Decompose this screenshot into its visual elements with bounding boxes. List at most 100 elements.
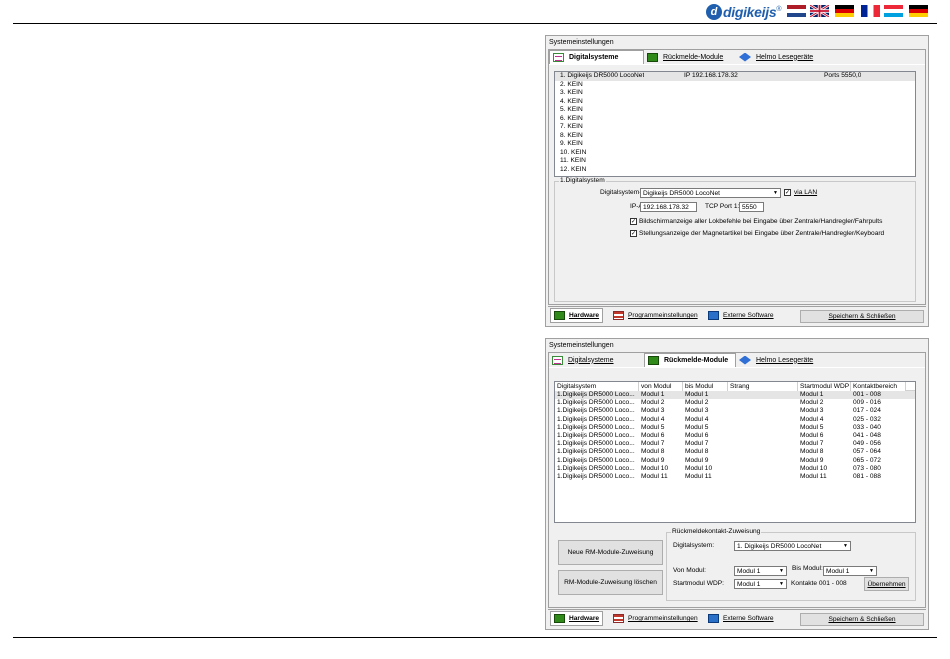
table-row[interactable]: 1.Digikeijs DR5000 Loco... Modul 2 Modul 2… [555, 399, 915, 407]
list-item[interactable]: 12. KEIN [555, 166, 915, 175]
list-item[interactable]: 11. KEIN [555, 157, 915, 166]
bottom-tab-externe-software[interactable]: Externe Software [705, 611, 777, 626]
new-rm-assignment-button[interactable]: Neue RM-Module-Zuweisung [558, 540, 663, 565]
tab-digitalsysteme[interactable]: Digitalsysteme [549, 353, 644, 367]
uk-flag[interactable] [809, 3, 830, 19]
table-cell: 1.Digikeijs DR5000 Loco... [557, 431, 635, 439]
list-item[interactable]: 8. KEIN [555, 132, 915, 141]
list-item[interactable]: 6. KEIN [555, 115, 915, 124]
system-name: 11. KEIN [560, 157, 586, 164]
tab-label: Rückmelde-Module [663, 53, 724, 61]
table-cell: Modul 1 [685, 391, 709, 398]
column-header[interactable]: von Modul [639, 382, 683, 391]
window-title: Systemeinstellungen [549, 39, 614, 46]
accessory-state-checkbox[interactable]: ✓ [630, 230, 637, 237]
lok-commands-checkbox[interactable]: ✓ [630, 218, 637, 225]
tab-digitalsysteme[interactable]: Digitalsysteme [549, 50, 644, 64]
table-cell: Modul 4 [641, 415, 665, 423]
table-row[interactable]: 1.Digikeijs DR5000 Loco... Modul 8 Modul 8… [555, 448, 915, 456]
list-item[interactable]: 4. KEIN [555, 98, 915, 107]
tab-helmo-leseger-te[interactable]: Helmo Lesegeräte [736, 50, 836, 64]
table-cell: Modul 7 [641, 440, 665, 448]
list-item[interactable]: 10. KEIN [555, 149, 915, 158]
delete-rm-assignment-button[interactable]: RM-Module-Zuweisung löschen [558, 570, 663, 595]
lu-flag[interactable] [884, 5, 903, 17]
table-cell: Modul 2 [685, 399, 709, 407]
settings-window-feedback-modules: Systemeinstellungen Digitalsysteme Rückme… [545, 338, 929, 630]
bottom-tab-hardware[interactable]: Hardware [550, 308, 604, 323]
feedback-module-icon [647, 52, 658, 62]
table-cell: 041 - 048 [853, 431, 881, 439]
table-cell: 033 - 040 [853, 423, 881, 431]
bottom-tab-programmeinstellungen[interactable]: Programmeinstellungen [610, 308, 701, 323]
via-lan-checkbox[interactable]: ✓ [784, 189, 791, 196]
table-cell: Modul 4 [800, 415, 824, 423]
column-header[interactable]: Kontaktbereich [851, 382, 906, 391]
tab-helmo-leseger-te[interactable]: Helmo Lesegeräte [736, 353, 836, 367]
to-module-select[interactable]: Modul 1 ▼ [823, 566, 877, 576]
table-row[interactable]: 1.Digikeijs DR5000 Loco... Modul 9 Modul 9… [555, 457, 915, 465]
column-header[interactable]: Startmodul WDP [798, 382, 851, 391]
table-cell: 081 - 088 [853, 472, 881, 480]
start-module-select[interactable]: Modul 1 ▼ [734, 579, 787, 589]
list-item[interactable]: 7. KEIN [555, 123, 915, 132]
table-row[interactable]: 1.Digikeijs DR5000 Loco... Modul 6 Modul 6… [555, 432, 915, 440]
digital-system-list[interactable]: 1. Digikeijs DR5000 LocoNet IP 192.168.17… [554, 71, 916, 177]
chevron-down-icon: ▼ [843, 543, 848, 549]
tcp-port-input[interactable]: 5550 [739, 202, 764, 212]
from-module-value: Modul 1 [737, 568, 761, 575]
footer-divider [13, 637, 937, 638]
save-close-button[interactable]: Speichern & Schließen [800, 613, 924, 626]
bottom-tab-externe-software[interactable]: Externe Software [705, 308, 777, 323]
digital-system-select[interactable]: 1. Digikeijs DR5000 LocoNet ▼ [734, 541, 851, 551]
from-module-select[interactable]: Modul 1 ▼ [734, 566, 787, 576]
bottom-tab-programmeinstellungen[interactable]: Programmeinstellungen [610, 611, 701, 626]
system-port: Ports 5550,0 [824, 72, 862, 79]
list-item[interactable]: 3. KEIN [555, 89, 915, 98]
feedback-module-icon [648, 356, 659, 365]
table-row[interactable]: 1.Digikeijs DR5000 Loco... Modul 11 Modul … [555, 473, 915, 481]
table-row[interactable]: 1.Digikeijs DR5000 Loco... Modul 3 Modul 3… [555, 407, 915, 415]
table-row[interactable]: 1.Digikeijs DR5000 Loco... Modul 4 Modul 4… [555, 416, 915, 424]
table-row[interactable]: 1.Digikeijs DR5000 Loco... Modul 5 Modul 5… [555, 424, 915, 432]
bottom-bar: Hardware Programmeinstellungen Externe Sof… [548, 306, 926, 325]
table-cell: Modul 7 [800, 440, 824, 448]
list-item[interactable]: 1. Digikeijs DR5000 LocoNet IP 192.168.17… [555, 72, 915, 81]
table-row[interactable]: 1.Digikeijs DR5000 Loco... Modul 7 Modul 7… [555, 440, 915, 448]
ip-address-input[interactable]: 192.168.178.32 [640, 202, 697, 212]
column-header[interactable]: Digitalsystem [555, 382, 639, 391]
list-item[interactable]: 5. KEIN [555, 106, 915, 115]
de2-flag[interactable] [909, 5, 928, 17]
table-row[interactable]: 1.Digikeijs DR5000 Loco... Modul 10 Modul … [555, 465, 915, 473]
fr-flag[interactable] [861, 5, 880, 17]
system-name: 12. KEIN [560, 165, 587, 173]
tab-r-ckmelde-module[interactable]: Rückmelde-Module [644, 50, 736, 64]
table-cell: 1.Digikeijs DR5000 Loco... [557, 407, 635, 415]
bottom-tab-hardware[interactable]: Hardware [550, 611, 604, 626]
table-cell: Modul 2 [800, 399, 824, 407]
header-divider [13, 23, 937, 24]
table-cell: Modul 6 [800, 431, 824, 439]
tab-panel: Digitalsysteme Rückmelde-Module Helmo Lese… [548, 352, 926, 608]
nl-flag[interactable] [787, 5, 806, 17]
digital-system-label: Digitalsystem: [673, 542, 715, 549]
system-type-select[interactable]: Digikeijs DR5000 LocoNet ▼ [640, 188, 781, 198]
apply-button[interactable]: Übernehmen [864, 577, 909, 591]
table-cell: Modul 6 [685, 431, 709, 439]
de-flag[interactable] [835, 5, 854, 17]
column-header[interactable]: Strang [728, 382, 798, 391]
lok-commands-label: Bildschirmanzeige aller Lokbefehle bei E… [639, 218, 883, 225]
column-header[interactable]: bis Modul [683, 382, 728, 391]
program-settings-icon [613, 311, 624, 320]
list-item[interactable]: 9. KEIN [555, 140, 915, 149]
list-item[interactable]: 2. KEIN [555, 81, 915, 90]
tab-label: Rückmelde-Module [664, 357, 729, 364]
window-title: Systemeinstellungen [549, 342, 614, 349]
feedback-module-table[interactable]: Digitalsystem von Modul bis Modul Strang Sta… [554, 381, 916, 523]
chevron-down-icon: ▼ [869, 568, 874, 574]
save-close-button[interactable]: Speichern & Schließen [800, 310, 924, 323]
tab-r-ckmelde-module[interactable]: Rückmelde-Module [644, 353, 736, 367]
uk-flag-graphic [809, 3, 830, 19]
table-row[interactable]: 1.Digikeijs DR5000 Loco... Modul 1 Modul 1… [555, 391, 915, 400]
digikeijs-logo: d digikeijs ® [706, 3, 782, 21]
